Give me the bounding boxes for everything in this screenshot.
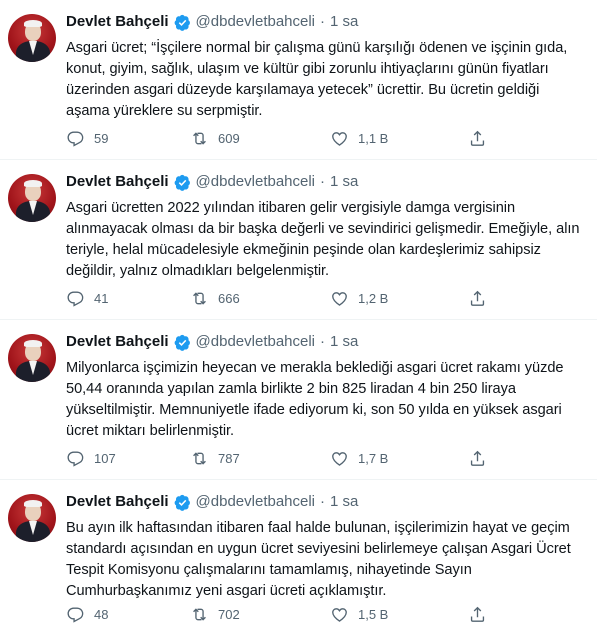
tweet-text: Milyonlarca işçimizin heyecan ve merakla… (66, 360, 564, 439)
avatar[interactable] (8, 494, 56, 542)
meta-separator: · (320, 493, 326, 510)
avatar[interactable] (8, 174, 56, 222)
reply-count: 48 (94, 606, 109, 622)
reply-button[interactable]: 41 (66, 286, 108, 310)
reply-icon (67, 450, 84, 467)
like-count: 1,7 B (358, 450, 389, 466)
share-button[interactable] (468, 286, 487, 310)
tweet[interactable]: Devlet Bahçeli @dbdevletbahceli · 1 sa B… (0, 480, 597, 640)
tweet-time[interactable]: 1 sa (330, 332, 358, 352)
like-button[interactable]: 1,1 B (330, 126, 388, 150)
author-name[interactable]: Devlet Bahçeli (66, 492, 169, 512)
tweet-header: Devlet Bahçeli @dbdevletbahceli · 1 sa (66, 492, 583, 512)
retweet-icon (193, 607, 206, 621)
retweet-count: 787 (218, 450, 240, 466)
reply-icon (67, 606, 84, 623)
reply-count: 107 (94, 450, 116, 466)
meta-separator: · (320, 333, 326, 350)
retweet-count: 702 (218, 606, 240, 622)
retweet-icon (193, 451, 206, 465)
retweet-icon (193, 131, 206, 145)
tweet-time[interactable]: 1 sa (330, 492, 358, 512)
meta-separator: · (320, 173, 326, 190)
author-name[interactable]: Devlet Bahçeli (66, 12, 169, 32)
like-count: 1,2 B (358, 290, 389, 306)
like-button[interactable]: 1,2 B (330, 286, 388, 310)
like-button[interactable]: 1,5 B (330, 602, 388, 626)
meta-separator: · (320, 13, 326, 30)
reply-count: 59 (94, 130, 109, 146)
author-handle[interactable]: @dbdevletbahceli (196, 172, 315, 192)
tweet-text: Asgari ücret; “İşçilere normal bir çalış… (66, 40, 568, 119)
author-handle[interactable]: @dbdevletbahceli (196, 332, 315, 352)
tweet-actions: 48 702 1,5 B (66, 602, 486, 626)
share-icon (470, 130, 485, 146)
tweet[interactable]: Devlet Bahçeli @dbdevletbahceli · 1 sa M… (0, 320, 597, 480)
retweet-button[interactable]: 787 (190, 446, 240, 470)
tweet-text: Bu ayın ilk haftasından itibaren faal ha… (66, 520, 571, 599)
author-name[interactable]: Devlet Bahçeli (66, 332, 169, 352)
like-count: 1,1 B (358, 130, 389, 146)
reply-button[interactable]: 59 (66, 126, 108, 150)
tweet-time[interactable]: 1 sa (330, 12, 358, 32)
share-icon (470, 290, 485, 306)
tweet-feed: Devlet Bahçeli @dbdevletbahceli · 1 sa A… (0, 0, 597, 640)
verified-badge-icon (174, 174, 190, 191)
tweet-actions: 107 787 1,7 B (66, 446, 486, 470)
share-button[interactable] (468, 602, 487, 626)
retweet-icon (193, 291, 206, 305)
verified-badge-icon (174, 334, 190, 351)
share-button[interactable] (468, 126, 487, 150)
tweet-header: Devlet Bahçeli @dbdevletbahceli · 1 sa (66, 332, 583, 352)
tweet-actions: 41 666 1,2 B (66, 286, 486, 310)
tweet-text: Asgari ücretten 2022 yılından itibaren g… (66, 200, 580, 279)
retweet-button[interactable]: 609 (190, 126, 240, 150)
author-handle[interactable]: @dbdevletbahceli (196, 12, 315, 32)
retweet-count: 609 (218, 130, 240, 146)
retweet-button[interactable]: 702 (190, 602, 240, 626)
like-icon (332, 607, 347, 622)
avatar[interactable] (8, 14, 56, 62)
tweet-time[interactable]: 1 sa (330, 172, 358, 192)
author-handle[interactable]: @dbdevletbahceli (196, 492, 315, 512)
retweet-count: 666 (218, 290, 240, 306)
share-icon (470, 606, 485, 622)
reply-icon (67, 130, 84, 147)
tweet-header: Devlet Bahçeli @dbdevletbahceli · 1 sa (66, 172, 583, 192)
verified-badge-icon (174, 494, 190, 511)
like-icon (332, 451, 347, 466)
reply-button[interactable]: 48 (66, 602, 108, 626)
reply-button[interactable]: 107 (66, 446, 116, 470)
tweet-header: Devlet Bahçeli @dbdevletbahceli · 1 sa (66, 12, 583, 32)
share-icon (470, 450, 485, 466)
tweet[interactable]: Devlet Bahçeli @dbdevletbahceli · 1 sa A… (0, 0, 597, 160)
author-name[interactable]: Devlet Bahçeli (66, 172, 169, 192)
reply-count: 41 (94, 290, 109, 306)
retweet-button[interactable]: 666 (190, 286, 240, 310)
share-button[interactable] (468, 446, 487, 470)
like-icon (332, 131, 347, 146)
avatar[interactable] (8, 334, 56, 382)
like-button[interactable]: 1,7 B (330, 446, 388, 470)
tweet-actions: 59 609 1,1 B (66, 126, 486, 150)
like-count: 1,5 B (358, 606, 389, 622)
tweet[interactable]: Devlet Bahçeli @dbdevletbahceli · 1 sa A… (0, 160, 597, 320)
reply-icon (67, 290, 84, 307)
like-icon (332, 291, 347, 306)
verified-badge-icon (174, 14, 190, 31)
